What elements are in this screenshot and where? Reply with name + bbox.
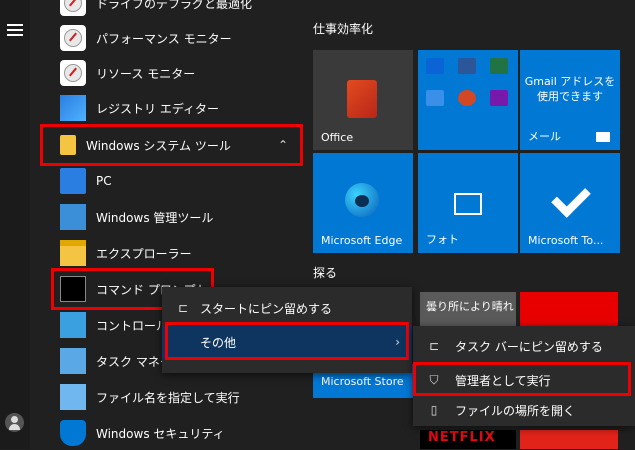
app-label: パフォーマンス モニター bbox=[96, 31, 232, 46]
list-item[interactable]: Windows 管理ツール bbox=[56, 200, 306, 234]
admin-shield-icon: ⛉ bbox=[429, 372, 439, 387]
pin-icon: ⊏ bbox=[177, 301, 189, 315]
tile-label: メール bbox=[528, 130, 561, 143]
app-label: レジストリ エディター bbox=[96, 101, 219, 116]
run-icon bbox=[60, 384, 86, 410]
excel-icon bbox=[490, 58, 508, 74]
tile-label: Office bbox=[321, 131, 354, 144]
tile-office[interactable]: Office bbox=[313, 50, 413, 150]
word-icon bbox=[458, 58, 476, 74]
tile-weather[interactable]: 曇り所により晴れ bbox=[420, 292, 516, 326]
photos-icon bbox=[454, 193, 482, 215]
user-avatar-icon[interactable] bbox=[5, 413, 24, 432]
tile-roblox[interactable] bbox=[520, 430, 618, 449]
app-label: リソース モニター bbox=[96, 66, 196, 81]
menu-item-pin-taskbar[interactable]: ⊏ タスク バーにピン留めする bbox=[413, 330, 635, 362]
menu-item-open-location[interactable]: ▯ ファイルの場所を開く bbox=[413, 394, 635, 426]
tile-netflix[interactable]: NETFLIX bbox=[420, 430, 516, 449]
disk-gauge-icon bbox=[60, 0, 86, 16]
app-label: Windows システム ツール bbox=[86, 138, 231, 153]
gauge-icon bbox=[60, 25, 86, 51]
admin-tools-icon bbox=[60, 204, 86, 230]
office-logo-icon bbox=[347, 80, 377, 118]
app-label: Windows セキュリティ bbox=[96, 426, 225, 441]
onedrive-icon bbox=[426, 90, 444, 106]
pin-icon: ⊏ bbox=[428, 339, 440, 353]
menu-item-pin-start[interactable]: ⊏ スタートにピン留めする bbox=[162, 291, 412, 325]
gauge-icon bbox=[60, 60, 86, 86]
section-title: 仕事効率化 bbox=[313, 22, 374, 36]
todo-check-icon bbox=[551, 178, 591, 218]
explorer-icon bbox=[60, 240, 86, 266]
menu-item-run-as-admin[interactable]: ⛉ 管理者として実行 bbox=[413, 364, 635, 396]
menu-item-more[interactable]: その他 › bbox=[162, 325, 412, 359]
registry-icon bbox=[60, 95, 86, 121]
tile-label: フォト bbox=[426, 233, 459, 246]
mail-icon bbox=[596, 132, 610, 142]
chevron-right-icon: › bbox=[395, 335, 400, 349]
tile-news[interactable] bbox=[520, 292, 618, 326]
chevron-up-icon: ⌃ bbox=[277, 138, 288, 152]
menu-label: ファイルの場所を開く bbox=[455, 403, 576, 418]
menu-label: 管理者として実行 bbox=[455, 373, 551, 388]
task-manager-icon bbox=[60, 348, 86, 374]
app-label: Windows 管理ツール bbox=[96, 210, 214, 225]
list-item[interactable]: エクスプローラー bbox=[56, 236, 306, 270]
tile-photos[interactable]: フォト bbox=[418, 153, 518, 253]
tile-label: Microsoft To... bbox=[528, 234, 604, 247]
app-list: ドライブのデフラグと最適化 パフォーマンス モニター リソース モニター レジス… bbox=[44, 0, 306, 449]
list-item[interactable]: レジストリ エディター bbox=[56, 91, 306, 125]
tile-todo[interactable]: Microsoft To... bbox=[520, 153, 620, 253]
tile-label: Microsoft Edge bbox=[321, 234, 403, 247]
app-label: ドライブのデフラグと最適化 bbox=[96, 0, 253, 11]
hamburger-menu-icon[interactable] bbox=[7, 24, 23, 36]
context-menu: ⊏ スタートにピン留めする その他 › bbox=[162, 287, 412, 373]
more-submenu: ⊏ タスク バーにピン留めする ⛉ 管理者として実行 ▯ ファイルの場所を開く bbox=[413, 326, 635, 426]
app-label: ファイル名を指定して実行 bbox=[96, 390, 240, 405]
edge-logo-icon bbox=[345, 183, 379, 217]
app-label: PC bbox=[96, 174, 112, 188]
control-panel-icon bbox=[60, 312, 86, 338]
tile-mail[interactable]: Gmail アドレスを使用できます メール bbox=[520, 50, 620, 150]
list-item-windows-system-tools[interactable]: Windows システム ツール ⌃ bbox=[56, 128, 306, 162]
shield-icon bbox=[60, 420, 86, 446]
section-title: 探る bbox=[313, 266, 338, 280]
gmail-text: Gmail アドレスを使用できます bbox=[524, 75, 616, 103]
powerpoint-icon bbox=[458, 90, 476, 106]
tile-office-apps[interactable] bbox=[418, 50, 518, 150]
list-item[interactable]: ファイル名を指定して実行 bbox=[56, 380, 306, 414]
file-location-icon: ▯ bbox=[430, 403, 438, 417]
tile-edge[interactable]: Microsoft Edge bbox=[313, 153, 413, 253]
onenote-icon bbox=[490, 90, 508, 106]
list-item[interactable]: PC bbox=[56, 164, 306, 198]
list-item[interactable]: リソース モニター bbox=[56, 56, 306, 90]
pc-icon bbox=[60, 168, 86, 194]
list-item[interactable]: ドライブのデフラグと最適化 bbox=[56, 0, 306, 20]
start-left-rail bbox=[0, 0, 30, 449]
folder-icon bbox=[60, 135, 76, 155]
menu-label: その他 bbox=[200, 335, 237, 350]
cmd-icon bbox=[60, 276, 86, 302]
menu-label: タスク バーにピン留めする bbox=[455, 339, 603, 354]
app-label: エクスプローラー bbox=[96, 246, 192, 261]
menu-label: スタートにピン留めする bbox=[200, 301, 333, 316]
outlook-icon bbox=[426, 58, 444, 74]
list-item[interactable]: Windows セキュリティ bbox=[56, 416, 306, 450]
list-item[interactable]: パフォーマンス モニター bbox=[56, 21, 306, 55]
